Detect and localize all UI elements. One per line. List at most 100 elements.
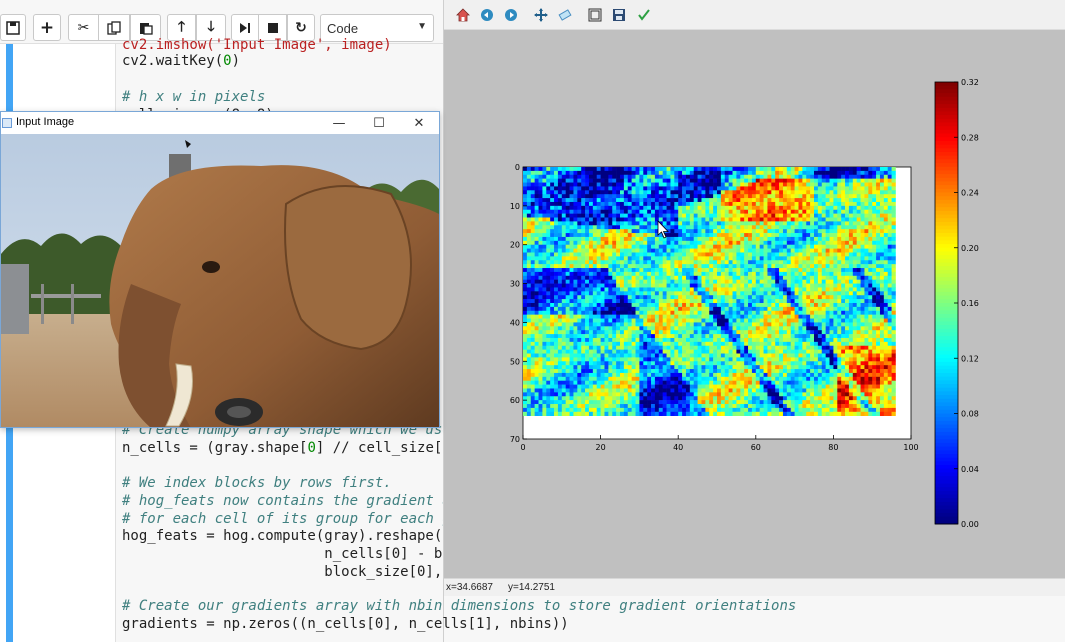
heatmap-cell [577,256,582,261]
heatmap-cell [662,205,667,211]
heatmap-cell [689,198,695,203]
heatmap-cell [798,198,803,203]
heatmap-cell [779,233,784,238]
heatmap-cell [782,167,788,172]
heatmap-cell [654,256,660,261]
heatmap-cell [674,337,679,343]
heatmap-cell [561,240,566,246]
heatmap-cell [643,217,648,222]
heatmap-cell [600,306,605,312]
heatmap-cell [782,201,788,207]
heatmap-cell [705,174,710,179]
heatmap-cell [577,365,582,370]
heatmap-cell [666,221,671,226]
heatmap-cell [744,205,749,211]
heatmap-cell [705,341,710,347]
pan-icon[interactable] [533,7,549,23]
heatmap-cell [891,318,896,323]
heatmap-cell [786,279,792,284]
save-button[interactable] [0,14,26,41]
heatmap-cell [814,229,819,234]
heatmap-cell [627,314,632,319]
heatmap-cell [546,225,551,230]
forward-icon[interactable] [503,7,519,23]
heatmap-cell [883,314,889,319]
heatmap-cell [627,279,632,284]
heatmap-cell [705,349,710,354]
heatmap-cell [744,295,749,300]
heatmap-cell [767,275,772,280]
heatmap-cell [565,248,570,253]
back-icon[interactable] [479,7,495,23]
zoom-icon[interactable] [557,7,573,23]
heatmap-cell [639,174,644,179]
heatmap-cell [779,275,784,280]
heatmap-cell [573,365,578,370]
cut-button[interactable]: ✂ [68,14,99,41]
heatmap-cell [821,353,826,358]
heatmap-cell [845,318,850,323]
heatmap-cell [744,357,749,362]
heatmap-cell [709,217,714,222]
figure-canvas[interactable]: 0 20 40 60 80 100 0 10 20 30 40 50 60 70 0.32 0.28 0.2… [444,30,1065,578]
configure-subplots-icon[interactable] [587,7,603,23]
home-icon[interactable] [455,7,471,23]
heatmap-cell [872,178,877,183]
heatmap-cell [864,326,869,331]
heatmap-cell [608,174,613,179]
heatmap-cell [860,194,865,199]
heatmap-cell [550,213,555,218]
heatmap-cell [689,314,695,319]
heatmap-cell [561,337,566,343]
heatmap-cell [786,264,792,269]
heatmap-cell [883,209,889,214]
heatmap-cell [728,170,733,176]
heatmap-cell [841,209,846,214]
heatmap-cell [616,345,621,350]
heatmap-cell [864,341,869,347]
heatmap-cell [693,190,698,195]
heatmap-cell [728,337,733,343]
heatmap-cell [717,271,722,277]
heatmap-cell [713,345,718,350]
heatmap-cell [546,244,551,249]
heatmap-cell [868,357,873,362]
heatmap-cell [786,186,792,191]
heatmap-cell [616,287,621,292]
heatmap-cell [616,225,621,230]
heatmap-cell [872,330,877,335]
heatmap-cell [670,295,675,300]
heatmap-cell [670,229,675,234]
heatmap-cell [724,256,729,261]
heatmap-cell [872,182,877,187]
heatmap-cell [678,283,683,288]
heatmap-cells [523,167,896,416]
heatmap-cell [604,198,609,203]
heatmap-cell [701,236,706,242]
heatmap-cell [856,303,861,308]
heatmap-cell [658,303,663,308]
heatmap-cell [786,252,792,257]
heatmap-cell [817,252,823,257]
save-icon[interactable] [611,7,627,23]
edit-icon[interactable] [636,7,652,23]
heatmap-cell [736,341,741,347]
heatmap-cell [701,213,706,218]
heatmap-cell [631,357,636,362]
insert-cell-button[interactable]: + [33,14,61,41]
heatmap-cell [666,345,671,350]
heatmap-cell [600,310,605,315]
heatmap-cell [806,256,811,261]
heatmap-cell [550,341,555,347]
heatmap-cell [616,357,621,362]
heatmap-cell [755,326,760,331]
heatmap-cell [879,310,885,315]
heatmap-cell [651,182,656,187]
heatmap-cell [542,186,547,191]
heatmap-cell [802,244,807,249]
heatmap-cell [786,283,792,288]
heatmap-cell [790,271,795,277]
heatmap-cell [751,198,757,203]
heatmap-cell [616,337,621,343]
heatmap-cell [685,167,691,172]
